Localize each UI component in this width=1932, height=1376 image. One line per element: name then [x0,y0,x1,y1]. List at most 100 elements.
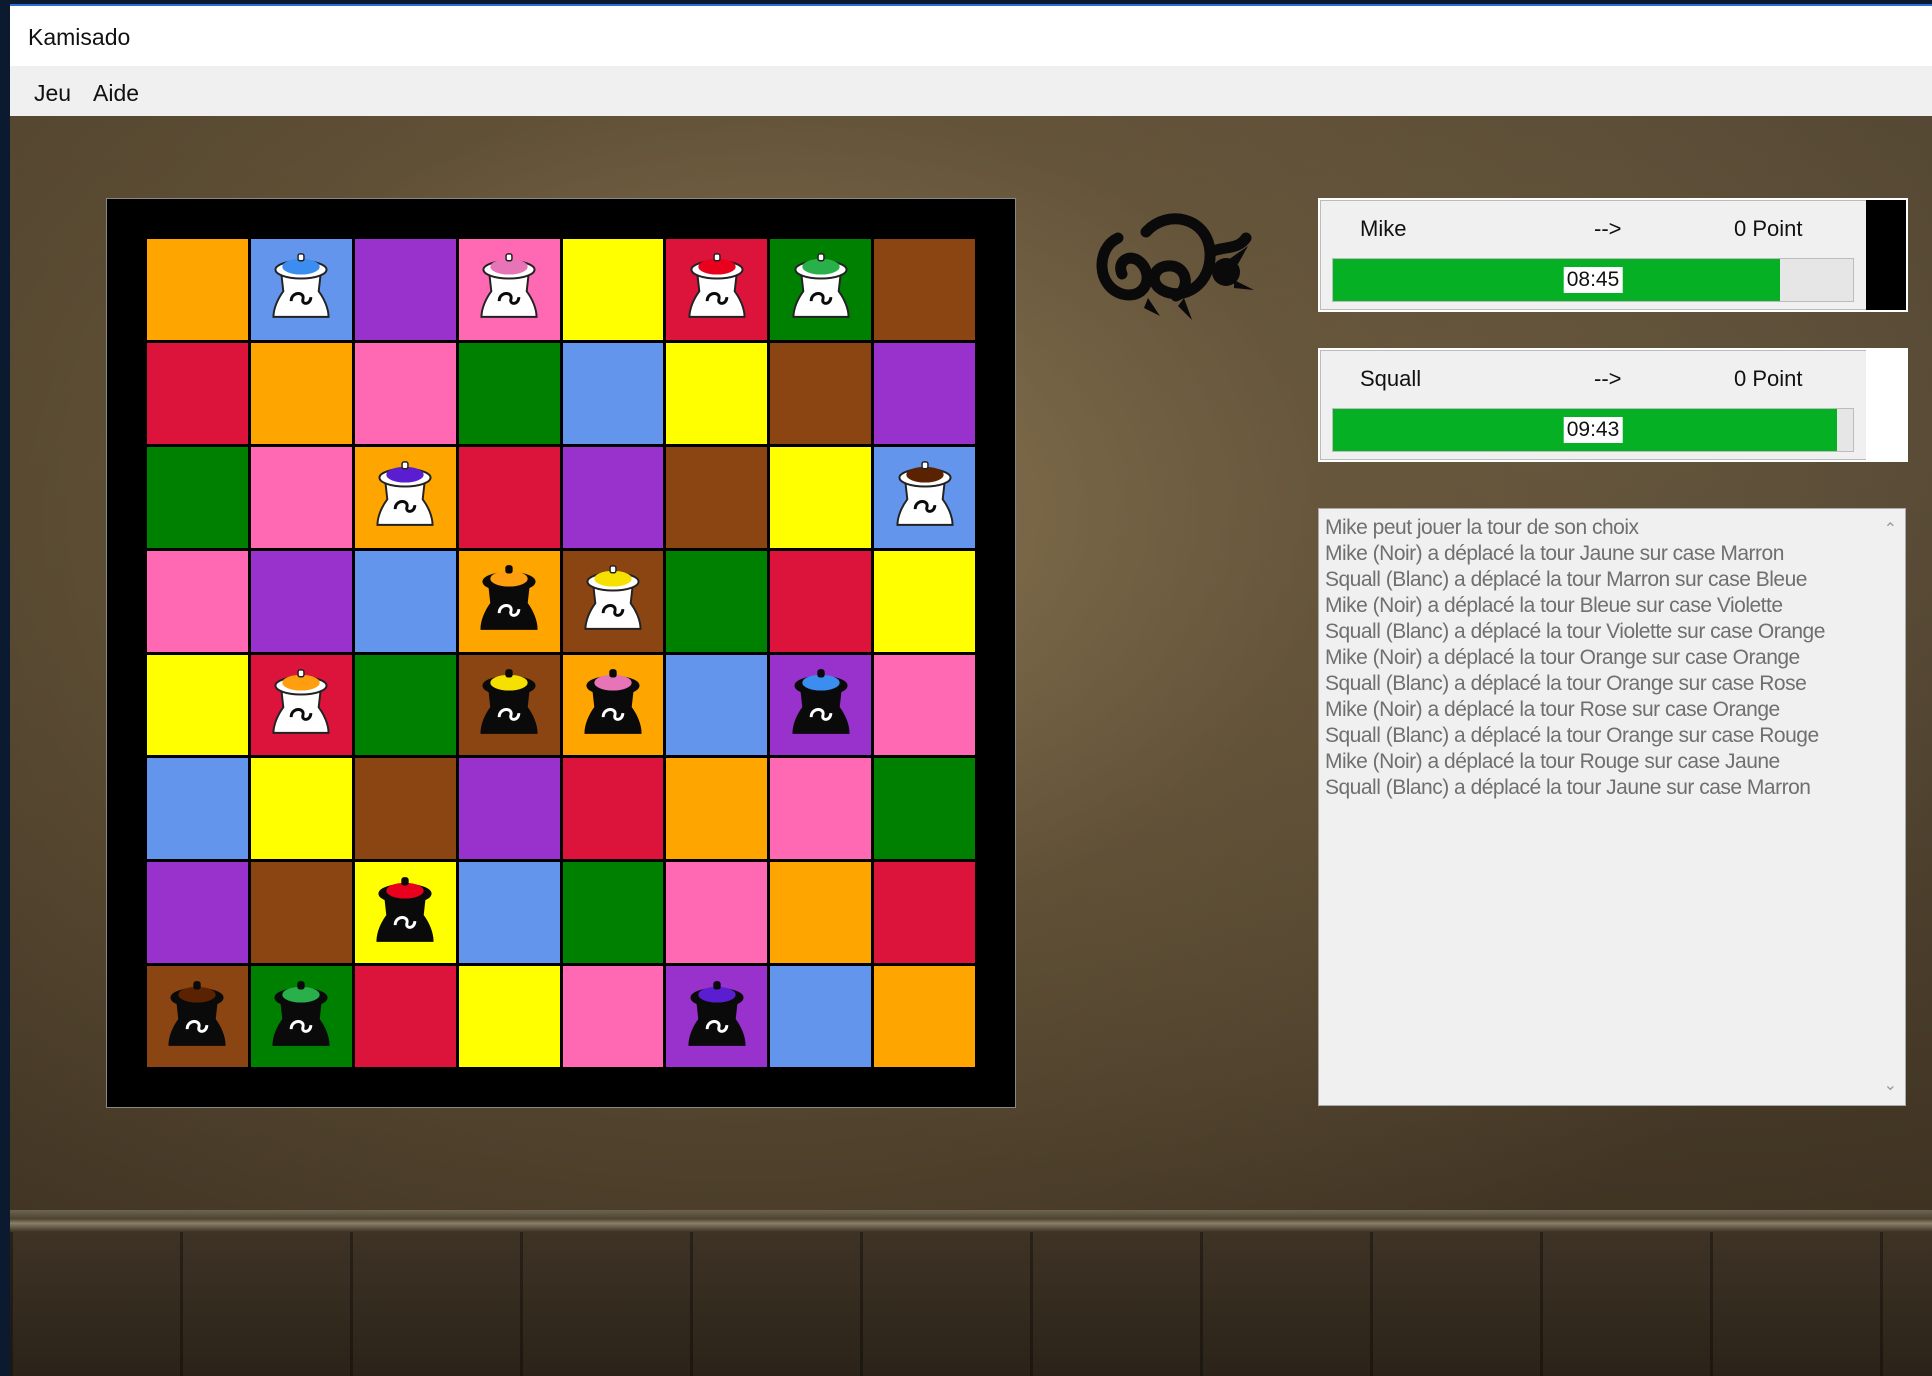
tower-icon[interactable] [262,246,341,329]
board-cell-with-tower[interactable] [562,654,664,756]
board-cell[interactable] [354,758,456,860]
board-cell[interactable] [354,342,456,444]
board-cell[interactable] [147,550,248,652]
board-cell[interactable] [874,342,975,444]
board-cell[interactable] [354,239,456,340]
board-cell[interactable] [562,862,664,964]
time-progress-bar: 09:43 [1332,408,1854,452]
board-cell[interactable] [770,446,872,548]
board-cell[interactable] [666,654,768,756]
player-panel-mike: Mike --> 0 Point 08:45 [1318,198,1908,312]
board-cell[interactable] [147,342,248,444]
board-cell[interactable] [874,862,975,964]
tower-icon[interactable] [470,662,549,745]
board-cell[interactable] [458,342,560,444]
tower-icon[interactable] [574,558,653,641]
board-cell[interactable] [874,758,975,860]
board-cell-with-tower[interactable] [666,239,768,340]
scroll-down-icon[interactable]: ⌄ [1884,1075,1897,1095]
game-area: Mike --> 0 Point 08:45 Squall --> 0 Poin… [10,116,1932,1376]
board-cell[interactable] [250,550,352,652]
board-cell-with-tower[interactable] [770,239,872,340]
board-cell-with-tower[interactable] [458,550,560,652]
board-cell[interactable] [562,239,664,340]
board-cell-with-tower[interactable] [874,446,975,548]
board-cell[interactable] [874,654,975,756]
board-cell-with-tower[interactable] [562,550,664,652]
board-cell[interactable] [458,966,560,1067]
board-cell[interactable] [250,862,352,964]
log-line: Squall (Blanc) a déplacé la tour Orange … [1325,724,1819,747]
board-cell[interactable] [666,862,768,964]
board-cell-with-tower[interactable] [250,966,352,1067]
game-board[interactable] [147,239,975,1067]
board-cell[interactable] [562,446,664,548]
app-window: Kamisado Jeu Aide Mike --> 0 Point 08:45… [10,4,1932,1376]
tower-icon[interactable] [262,662,341,745]
move-log[interactable]: Mike peut jouer la tour de son choix Mik… [1318,508,1906,1106]
menu-aide[interactable]: Aide [93,80,139,107]
board-cell[interactable] [354,966,456,1067]
board-cell[interactable] [666,446,768,548]
tower-icon[interactable] [158,974,237,1057]
turn-arrow: --> [1594,216,1622,241]
board-cell[interactable] [458,758,560,860]
tower-icon[interactable] [677,974,756,1057]
board-cell[interactable] [147,446,248,548]
board-cell[interactable] [250,758,352,860]
board-cell[interactable] [147,654,248,756]
tower-icon[interactable] [885,454,964,537]
player-name: Mike [1360,216,1407,241]
board-cell[interactable] [562,758,664,860]
board-cell[interactable] [874,239,975,340]
board-cell[interactable] [770,966,872,1067]
board-cell[interactable] [147,239,248,340]
board-cell-with-tower[interactable] [147,966,248,1067]
board-cell[interactable] [458,446,560,548]
board-cell[interactable] [666,758,768,860]
board-cell[interactable] [147,758,248,860]
log-line: Squall (Blanc) a déplacé la tour Orange … [1325,672,1807,695]
board-cell[interactable] [458,862,560,964]
board-cell-with-tower[interactable] [354,862,456,964]
tower-icon[interactable] [677,246,756,329]
board-cell[interactable] [770,862,872,964]
board-cell[interactable] [250,446,352,548]
board-cell[interactable] [770,342,872,444]
board-cell[interactable] [770,758,872,860]
tower-icon[interactable] [470,558,549,641]
tower-icon[interactable] [470,246,549,329]
board-cell[interactable] [147,862,248,964]
wooden-floor [10,1232,1932,1376]
tower-icon[interactable] [366,870,445,953]
board-cell[interactable] [666,342,768,444]
turn-arrow: --> [1594,366,1622,391]
board-cell-with-tower[interactable] [770,654,872,756]
board-cell-with-tower[interactable] [666,966,768,1067]
player-color-indicator [1866,200,1906,310]
player-points: 0 Point [1734,366,1803,391]
board-cell[interactable] [770,550,872,652]
board-cell-with-tower[interactable] [354,446,456,548]
board-cell[interactable] [562,342,664,444]
tower-icon[interactable] [781,662,860,745]
board-cell-with-tower[interactable] [458,654,560,756]
board-cell[interactable] [666,550,768,652]
tower-icon[interactable] [366,454,445,537]
board-cell[interactable] [562,966,664,1067]
tower-icon[interactable] [781,246,860,329]
board-cell-with-tower[interactable] [458,239,560,340]
tower-icon[interactable] [262,974,341,1057]
scroll-up-icon[interactable]: ⌃ [1884,519,1897,539]
log-line: Mike (Noir) a déplacé la tour Bleue sur … [1325,594,1783,617]
log-line: Mike (Noir) a déplacé la tour Jaune sur … [1325,542,1784,565]
board-cell[interactable] [354,550,456,652]
board-cell[interactable] [250,342,352,444]
menu-jeu[interactable]: Jeu [34,80,71,107]
board-cell[interactable] [874,550,975,652]
board-cell[interactable] [874,966,975,1067]
tower-icon[interactable] [574,662,653,745]
board-cell-with-tower[interactable] [250,654,352,756]
board-cell[interactable] [354,654,456,756]
board-cell-with-tower[interactable] [250,239,352,340]
